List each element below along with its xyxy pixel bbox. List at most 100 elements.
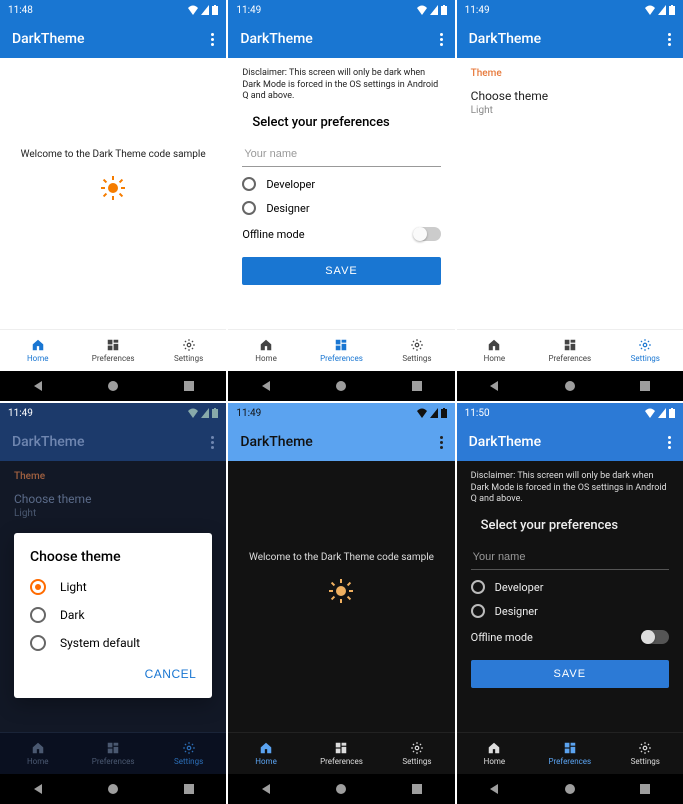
signal-icon [658, 5, 666, 15]
gear-icon [638, 338, 652, 352]
home-icon [487, 338, 501, 352]
home-sys-icon[interactable] [107, 380, 119, 392]
offline-switch[interactable] [413, 227, 441, 241]
choose-theme-row[interactable]: Choose theme Light [471, 89, 669, 116]
wifi-icon [645, 408, 655, 418]
clock: 11:50 [465, 408, 490, 419]
nav-preferences[interactable]: Preferences [75, 330, 150, 371]
nav-preferences[interactable]: Preferences [532, 330, 607, 371]
nav-preferences[interactable]: Preferences [304, 733, 379, 774]
back-icon[interactable] [488, 783, 500, 795]
choose-theme-row: Choose theme Light [14, 492, 212, 519]
dialog-option-dark[interactable]: Dark [30, 607, 196, 623]
dialog-title: Choose theme [30, 549, 196, 565]
bottom-nav: Home Preferences Settings [228, 329, 454, 371]
battery-icon [212, 5, 218, 15]
overflow-icon[interactable] [440, 436, 443, 449]
home-sys-icon[interactable] [335, 783, 347, 795]
radio-icon [30, 635, 46, 651]
overflow-icon[interactable] [668, 33, 671, 46]
back-icon[interactable] [260, 783, 272, 795]
disclaimer-text: Disclaimer: This screen will only be dar… [471, 471, 669, 506]
dialog-option-system[interactable]: System default [30, 635, 196, 651]
battery-icon [669, 408, 675, 418]
clock: 11:49 [236, 408, 261, 419]
screen-home-dark: 11:49 DarkTheme Welcome to the Dark Them… [228, 403, 454, 804]
overflow-icon[interactable] [211, 436, 214, 449]
nav-home[interactable]: Home [457, 733, 532, 774]
status-icons [188, 5, 218, 15]
nav-preferences[interactable]: Preferences [75, 733, 150, 774]
cancel-button[interactable]: CANCEL [145, 667, 197, 681]
nav-home[interactable]: Home [228, 330, 303, 371]
overflow-icon[interactable] [440, 33, 443, 46]
radio-icon [471, 604, 485, 618]
overflow-icon[interactable] [668, 436, 671, 449]
bottom-nav: Home Preferences Settings [228, 732, 454, 774]
welcome-text: Welcome to the Dark Theme code sample [21, 149, 206, 160]
home-sys-icon[interactable] [107, 783, 119, 795]
nav-settings[interactable]: Settings [151, 330, 226, 371]
app-title: DarkTheme [12, 434, 84, 450]
overflow-icon[interactable] [211, 33, 214, 46]
nav-settings[interactable]: Settings [379, 330, 454, 371]
home-sys-icon[interactable] [564, 783, 576, 795]
app-title: DarkTheme [469, 31, 541, 47]
home-icon [259, 338, 273, 352]
status-bar: 11:48 [0, 0, 226, 20]
prefs-title: Select your preferences [252, 115, 440, 130]
signal-icon [201, 408, 209, 418]
app-title: DarkTheme [240, 434, 312, 450]
home-sys-icon[interactable] [335, 380, 347, 392]
nav-preferences[interactable]: Preferences [532, 733, 607, 774]
save-button[interactable]: SAVE [242, 257, 440, 285]
back-icon[interactable] [32, 380, 44, 392]
dashboard-icon [106, 338, 120, 352]
nav-settings[interactable]: Settings [151, 733, 226, 774]
status-bar: 11:50 [457, 403, 683, 423]
home-sys-icon[interactable] [564, 380, 576, 392]
dashboard-icon [563, 741, 577, 755]
home-icon [259, 741, 273, 755]
home-icon [487, 741, 501, 755]
offline-label: Offline mode [242, 228, 304, 241]
status-bar: 11:49 [457, 0, 683, 20]
dialog-option-light[interactable]: Light [30, 579, 196, 595]
nav-preferences[interactable]: Preferences [304, 330, 379, 371]
screen-settings-dialog: 11:49 DarkTheme Theme Choose theme Light… [0, 403, 226, 804]
radio-developer[interactable]: Developer [471, 580, 669, 594]
radio-designer[interactable]: Designer [471, 604, 669, 618]
radio-designer[interactable]: Designer [242, 201, 440, 215]
battery-icon [212, 408, 218, 418]
back-icon[interactable] [260, 380, 272, 392]
back-icon[interactable] [32, 783, 44, 795]
recents-icon[interactable] [411, 380, 423, 392]
back-icon[interactable] [488, 380, 500, 392]
recents-icon[interactable] [183, 783, 195, 795]
nav-settings[interactable]: Settings [608, 733, 683, 774]
nav-settings[interactable]: Settings [379, 733, 454, 774]
app-bar: DarkTheme [228, 423, 454, 461]
wifi-icon [188, 5, 198, 15]
clock: 11:49 [8, 408, 33, 419]
nav-settings[interactable]: Settings [608, 330, 683, 371]
signal-icon [658, 408, 666, 418]
name-input[interactable] [471, 545, 669, 570]
offline-switch[interactable] [641, 630, 669, 644]
recents-icon[interactable] [183, 380, 195, 392]
nav-home[interactable]: Home [0, 733, 75, 774]
app-bar: DarkTheme [0, 20, 226, 58]
name-input[interactable] [242, 142, 440, 167]
nav-home[interactable]: Home [457, 330, 532, 371]
save-button[interactable]: SAVE [471, 660, 669, 688]
radio-developer[interactable]: Developer [242, 177, 440, 191]
recents-icon[interactable] [411, 783, 423, 795]
recents-icon[interactable] [639, 783, 651, 795]
nav-home[interactable]: Home [0, 330, 75, 371]
nav-home[interactable]: Home [228, 733, 303, 774]
recents-icon[interactable] [639, 380, 651, 392]
welcome-text: Welcome to the Dark Theme code sample [249, 552, 434, 563]
disclaimer-text: Disclaimer: This screen will only be dar… [242, 68, 440, 103]
radio-icon [242, 201, 256, 215]
system-nav [0, 774, 226, 804]
